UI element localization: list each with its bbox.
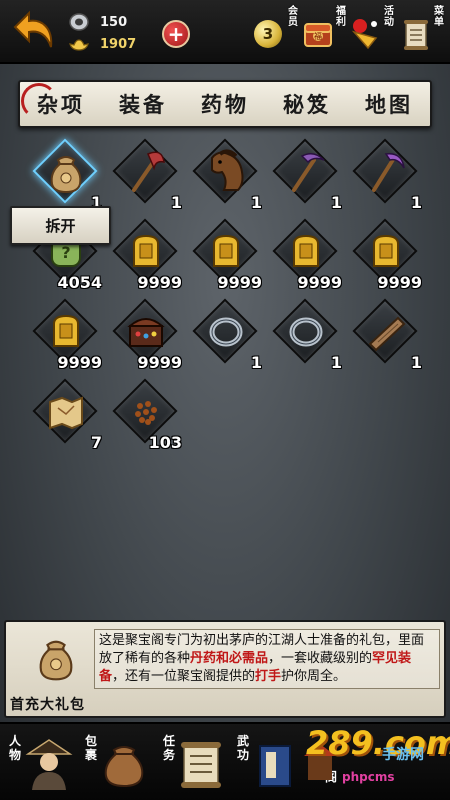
nav-martial-arts[interactable]: 武功 bbox=[232, 730, 310, 796]
inventory-slot[interactable]: 1 bbox=[188, 138, 264, 212]
item-name: 首充大礼包 bbox=[10, 697, 85, 713]
inventory-slot[interactable]: 1 bbox=[108, 138, 184, 212]
item-count: 9999 bbox=[297, 273, 342, 292]
inventory-slot[interactable]: 7 bbox=[28, 378, 104, 452]
gold-tablet-icon bbox=[293, 234, 319, 267]
item-count: 1 bbox=[250, 193, 262, 212]
gold-tablet-icon bbox=[213, 234, 239, 267]
inventory-slot[interactable]: 1 bbox=[188, 298, 264, 372]
seeds-icon bbox=[135, 401, 157, 425]
item-count: 1 bbox=[410, 353, 422, 372]
item-description-panel: 首充大礼包 这是聚宝阁专门为初出茅庐的江湖人士准备的礼包，里面放了稀有的各种丹药… bbox=[4, 620, 446, 718]
inventory-slot[interactable]: 9999 bbox=[108, 218, 184, 292]
item-count: 1 bbox=[170, 193, 182, 212]
axe-icon bbox=[132, 151, 165, 192]
inventory-slot[interactable]: 1 bbox=[268, 138, 344, 212]
inventory-slot[interactable]: 9999 bbox=[188, 218, 264, 292]
item-count: 9999 bbox=[137, 273, 182, 292]
nav-label: 任务 bbox=[162, 734, 175, 762]
item-count: 9999 bbox=[377, 273, 422, 292]
inventory-slot[interactable]: 9999 bbox=[268, 218, 344, 292]
split-button[interactable]: 拆开 bbox=[10, 206, 111, 245]
iron-ring-icon bbox=[209, 317, 243, 347]
item-count: 7 bbox=[90, 433, 102, 452]
inventory-slot[interactable]: 9999 bbox=[108, 298, 184, 372]
bottom-nav: 人物 包裹 任务 武功 阁 bbox=[0, 722, 450, 800]
iron-ring-icon bbox=[289, 317, 323, 347]
nav-character[interactable]: 人物 bbox=[4, 730, 82, 796]
bag-icon bbox=[104, 746, 144, 788]
horse-icon bbox=[211, 149, 244, 191]
item-count: 1 bbox=[330, 353, 342, 372]
gold-tablet-icon bbox=[133, 234, 159, 267]
quest-scroll-icon bbox=[181, 742, 221, 788]
scythe-icon bbox=[372, 153, 405, 192]
pouch-icon bbox=[50, 156, 82, 194]
inventory-slot[interactable]: 1 bbox=[348, 298, 424, 372]
item-count: 1 bbox=[330, 193, 342, 212]
inventory-slot[interactable]: 103 bbox=[108, 378, 184, 452]
inventory-slot[interactable]: 9999 bbox=[348, 218, 424, 292]
item-count: 1 bbox=[410, 193, 422, 212]
map-scroll-icon bbox=[49, 396, 83, 430]
inventory-slot[interactable]: 9999 bbox=[28, 298, 104, 372]
gold-tablet-icon bbox=[53, 314, 79, 347]
inventory-slot[interactable]: 1 bbox=[268, 298, 344, 372]
item-count: 103 bbox=[148, 433, 182, 452]
inventory-slot[interactable]: 1 bbox=[348, 138, 424, 212]
pavilion-icon bbox=[304, 744, 336, 780]
svg-text:?: ? bbox=[61, 243, 70, 262]
nav-label: 包裹 bbox=[84, 734, 97, 762]
nav-quest[interactable]: 任务 bbox=[158, 730, 236, 796]
item-description: 这是聚宝阁专门为初出茅庐的江湖人士准备的礼包，里面放了稀有的各种丹药和必需品，一… bbox=[94, 629, 440, 689]
item-count: 1 bbox=[250, 353, 262, 372]
martial-book-icon bbox=[259, 745, 291, 787]
treasure-chest-icon bbox=[127, 318, 165, 347]
nav-label: 武功 bbox=[236, 734, 249, 762]
nav-pavilion[interactable]: 阁 bbox=[300, 730, 378, 796]
item-count: 9999 bbox=[57, 353, 102, 372]
pickaxe-icon bbox=[292, 153, 325, 192]
item-count: 9999 bbox=[137, 353, 182, 372]
pouch-icon bbox=[39, 640, 73, 681]
inventory-grid: 1 1 1 1 1 ? 4054 9999 9999 9999 9999 999… bbox=[0, 0, 450, 620]
item-count: 4054 bbox=[57, 273, 102, 292]
wood-plank-icon bbox=[368, 316, 406, 352]
inventory-slot[interactable]: 1 bbox=[28, 138, 104, 212]
nav-bag[interactable]: 包裹 bbox=[80, 730, 158, 796]
character-icon bbox=[25, 739, 73, 790]
gold-tablet-icon bbox=[373, 234, 399, 267]
item-count: 9999 bbox=[217, 273, 262, 292]
nav-label: 人物 bbox=[8, 734, 21, 762]
